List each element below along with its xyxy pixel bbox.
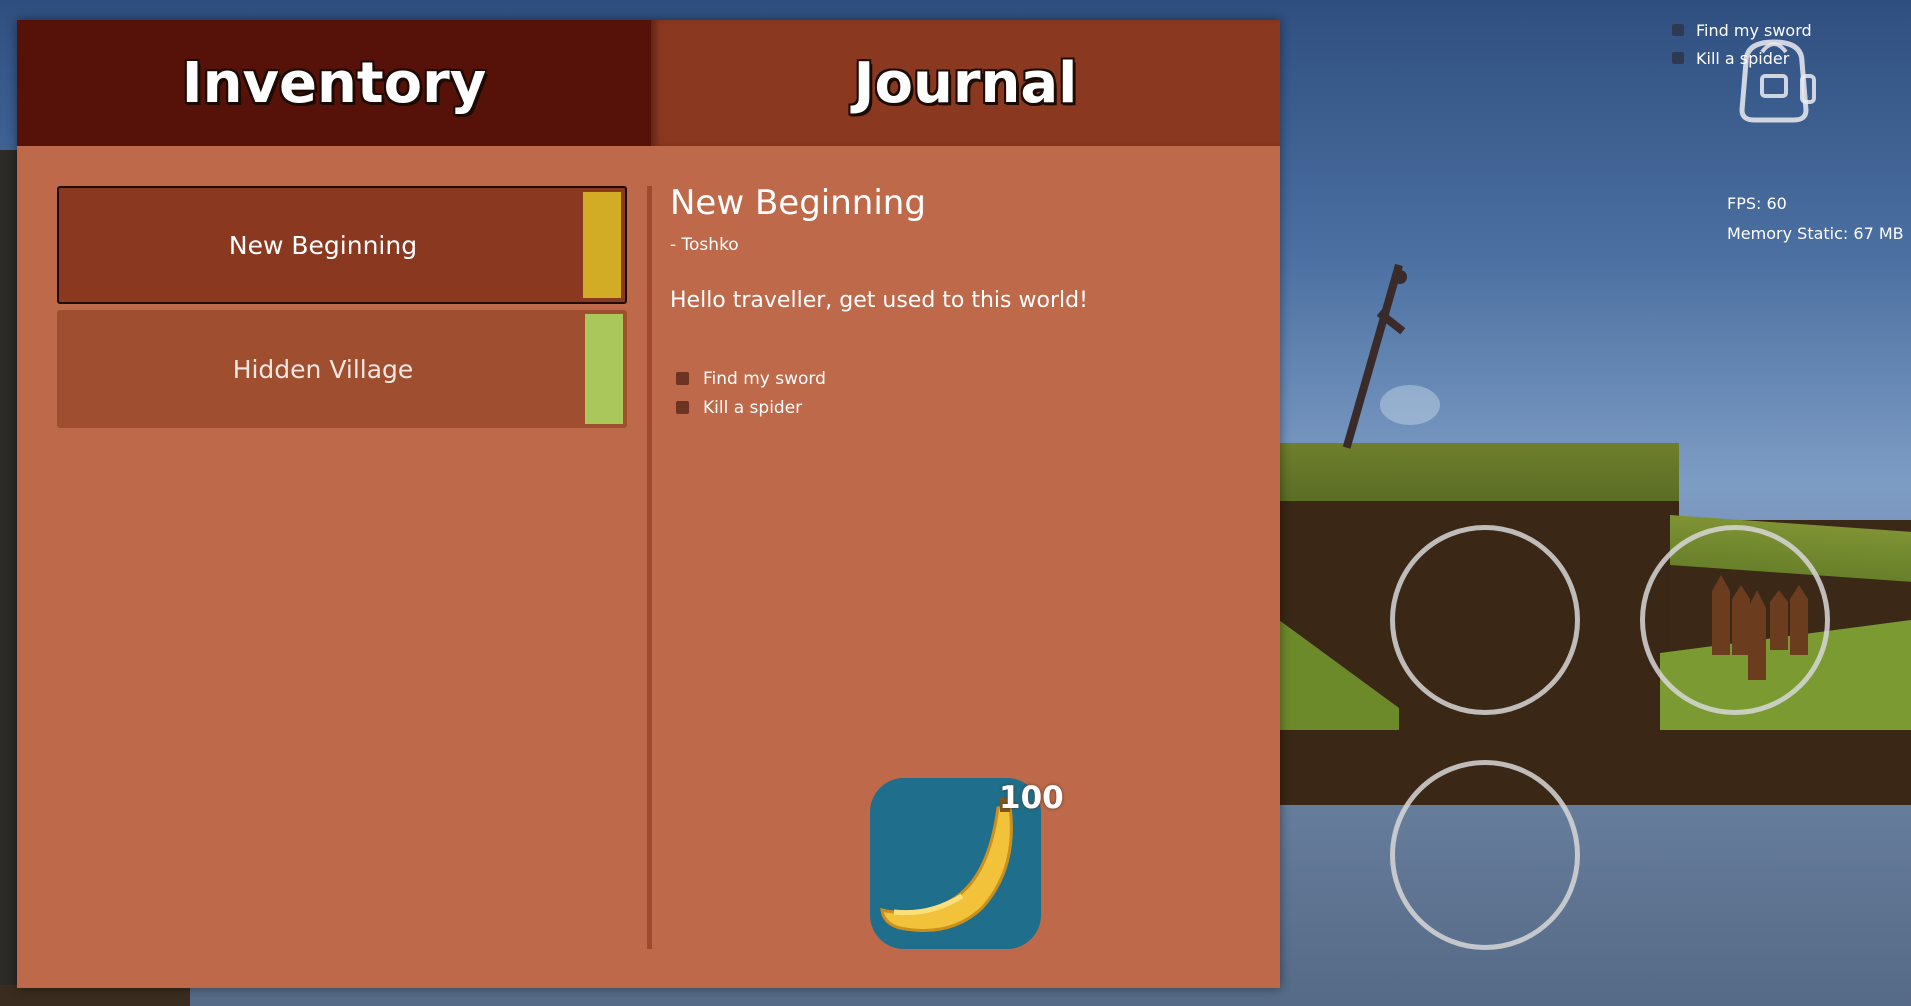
- objective-item: Find my sword: [676, 364, 826, 393]
- checkbox-icon: [676, 372, 689, 385]
- joystick-action[interactable]: [1640, 525, 1830, 715]
- debug-stats: FPS: 60 Memory Static: 67 MB: [1727, 189, 1904, 249]
- hud-objective: Find my sword: [1672, 16, 1812, 44]
- checkbox-icon: [1672, 52, 1684, 64]
- quest-item-new-beginning[interactable]: New Beginning: [57, 186, 627, 304]
- ground-floor: [0, 985, 190, 1006]
- divider: [647, 186, 652, 949]
- item-count: 100: [999, 780, 1064, 816]
- quest-label: Hidden Village: [232, 354, 414, 384]
- tab-journal[interactable]: Journal: [651, 20, 1280, 146]
- fps-counter: FPS: 60: [1727, 194, 1787, 213]
- checkbox-icon: [676, 401, 689, 414]
- quest-color-marker: [583, 192, 621, 298]
- joystick-jump[interactable]: [1390, 760, 1580, 950]
- quest-objectives: Find my sword Kill a spider: [676, 364, 826, 422]
- sword-pommel: [1393, 270, 1407, 284]
- memory-counter: Memory Static: 67 MB: [1727, 224, 1904, 243]
- checkbox-icon: [1672, 24, 1684, 36]
- terrain-floor: [1279, 730, 1911, 805]
- quest-author: - Toshko: [670, 235, 739, 255]
- journal-panel: Inventory Journal New Beginning Hidden V…: [17, 20, 1280, 988]
- tab-inventory[interactable]: Inventory: [17, 20, 651, 146]
- quest-title: New Beginning: [670, 183, 926, 223]
- hud-objective: Kill a spider: [1672, 44, 1812, 72]
- hud-quest-tracker: Find my sword Kill a spider: [1672, 16, 1812, 72]
- cloud: [1380, 385, 1440, 425]
- terrain-grass-top: [1279, 443, 1679, 501]
- quest-description: Hello traveller, get used to this world!: [670, 288, 1088, 313]
- joystick-move[interactable]: [1390, 525, 1580, 715]
- quest-list: New Beginning Hidden Village: [57, 186, 627, 434]
- quest-label: New Beginning: [228, 230, 418, 260]
- quest-item-hidden-village[interactable]: Hidden Village: [57, 310, 627, 428]
- objective-item: Kill a spider: [676, 393, 826, 422]
- quest-color-marker: [585, 314, 623, 424]
